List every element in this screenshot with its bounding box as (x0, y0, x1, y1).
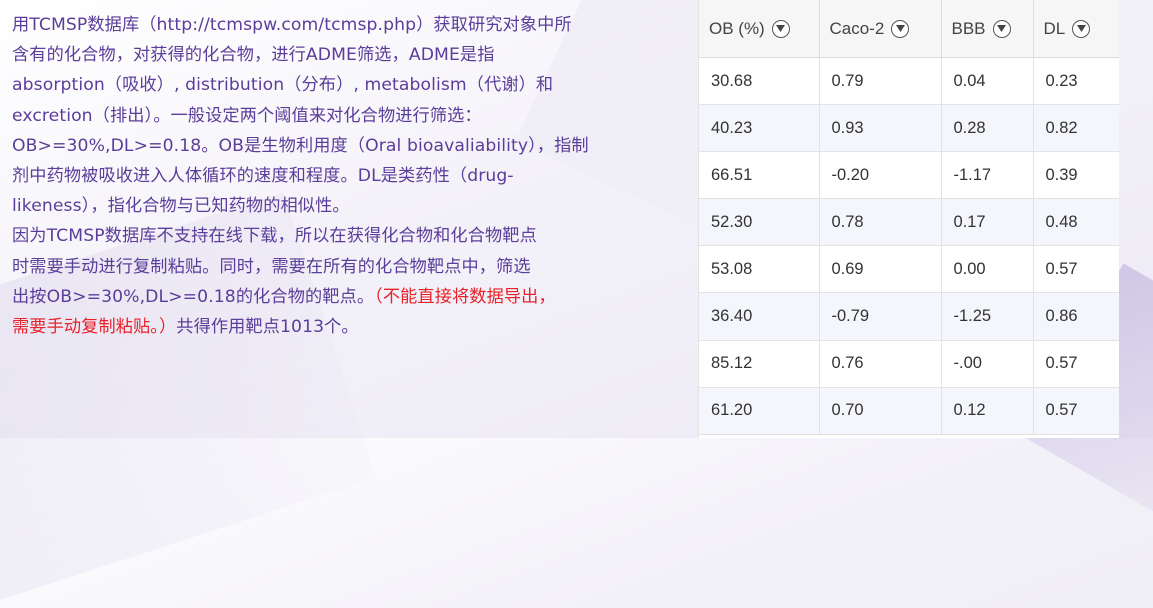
highlighted-note: 需要手动复制粘贴。） (12, 317, 177, 338)
table-cell: 36.40 (699, 292, 820, 341)
table-cell: 40.23 (699, 104, 820, 153)
table-cell: 0.04 (941, 57, 1034, 106)
table-cell: 0.12 (941, 387, 1034, 435)
table-cell: 0.93 (819, 104, 942, 153)
column-header-dl[interactable]: DL (1033, 0, 1119, 58)
table-cell: 0.76 (819, 340, 942, 388)
table-cell: 0.70 (819, 387, 942, 435)
text-segment: 出按OB>=30%,DL>=0.18的化合物的靶点。 (12, 286, 375, 307)
text-line: 出按OB>=30%,DL>=0.18的化合物的靶点。（不能直接将数据导出， (12, 282, 684, 312)
table-cell: 30.68 (699, 57, 820, 106)
table-cell: 0.48 (1033, 198, 1119, 247)
table-cell: 0.82 (1033, 104, 1119, 153)
table-row: 53.08 0.69 0.00 0.57 (699, 245, 1119, 294)
text-line: 因为TCMSP数据库不支持在线下载，所以在获得化合物和化合物靶点 (12, 226, 537, 247)
text-line: absorption（吸收）, distribution（分布）, metabo… (12, 75, 554, 96)
text-line: 剂中药物被吸收进入人体循环的速度和程度。DL是类药性（drug- (12, 166, 514, 187)
table-cell: -0.20 (819, 151, 942, 200)
table-cell: -0.79 (819, 292, 942, 341)
table-cell: 0.57 (1033, 245, 1119, 294)
column-header-label: DL (1043, 18, 1066, 38)
table-cell: 66.51 (699, 151, 820, 200)
highlighted-note: （不能直接将数据导出， (374, 286, 556, 307)
table-row: 36.40 -0.79 -1.25 0.86 (699, 292, 1119, 341)
table-cell: 61.20 (699, 387, 820, 435)
column-header-label: Caco-2 (829, 18, 885, 38)
table-row: 66.51 -0.20 -1.17 0.39 (699, 151, 1119, 200)
table-row: 30.68 0.79 0.04 0.23 (699, 57, 1119, 106)
table-row: 85.12 0.76 -.00 0.57 (699, 340, 1119, 388)
filter-icon[interactable] (771, 19, 790, 38)
table-cell: 0.86 (1033, 292, 1119, 341)
column-header-label: BBB (951, 18, 986, 38)
table-cell: 0.79 (819, 57, 942, 106)
text-line: 需要手动复制粘贴。）共得作用靶点1013个。 (12, 312, 684, 342)
text-line: excretion（排出）。一般设定两个阈值来对化合物进行筛选： (12, 105, 482, 126)
table-cell: 0.17 (941, 198, 1034, 247)
text-line: OB>=30%,DL>=0.18。OB是生物利用度（Oral bioavalia… (12, 135, 589, 156)
text-line: 用TCMSP数据库（http://tcmspw.com/tcmsp.php）获取… (12, 15, 572, 35)
filter-icon[interactable] (992, 19, 1011, 38)
text-line: 时需要手动进行复制粘贴。同时，需要在所有的化合物靶点中，筛选 (12, 256, 531, 277)
table-row: 61.20 0.70 0.12 0.57 (699, 387, 1119, 435)
column-header-label: OB (%) (709, 18, 765, 38)
table-cell: 0.69 (819, 245, 942, 294)
text-line: 含有的化合物，对获得的化合物，进行ADME筛选，ADME是指 (12, 45, 495, 66)
text-line: likeness），指化合物与已知药物的相似性。 (12, 196, 350, 217)
column-header-caco2[interactable]: Caco-2 (819, 0, 942, 58)
table-cell: 0.39 (1033, 151, 1119, 200)
table-row: 52.30 0.78 0.17 0.48 (699, 198, 1119, 247)
table-cell: -1.25 (941, 292, 1034, 341)
table-cell: 85.12 (699, 340, 820, 388)
table-cell: 0.57 (1033, 387, 1119, 435)
table-header-row: OB (%) Caco-2 BBB DL (699, 0, 1119, 58)
filter-icon[interactable] (1072, 19, 1091, 38)
table-cell: -.00 (941, 340, 1034, 388)
table-cell: -1.17 (941, 151, 1034, 200)
table-cell: 0.78 (819, 198, 942, 247)
column-header-bbb[interactable]: BBB (941, 0, 1034, 58)
description-text: 用TCMSP数据库（http://tcmspw.com/tcmsp.php）获取… (12, 10, 684, 342)
filter-icon[interactable] (891, 19, 910, 38)
table-row: 40.23 0.93 0.28 0.82 (699, 104, 1119, 153)
table-cell: 0.28 (941, 104, 1034, 153)
text-segment: 共得作用靶点1013个。 (176, 317, 359, 338)
table-cell: 53.08 (699, 245, 820, 294)
table-cell: 0.57 (1033, 340, 1119, 388)
column-header-ob[interactable]: OB (%) (699, 0, 820, 58)
compound-table: OB (%) Caco-2 BBB DL 30.68 0.79 0.04 0.23 4… (698, 0, 1119, 438)
table-cell: 0.23 (1033, 57, 1119, 106)
table-cell: 52.30 (699, 198, 820, 247)
table-cell: 0.00 (941, 245, 1034, 294)
